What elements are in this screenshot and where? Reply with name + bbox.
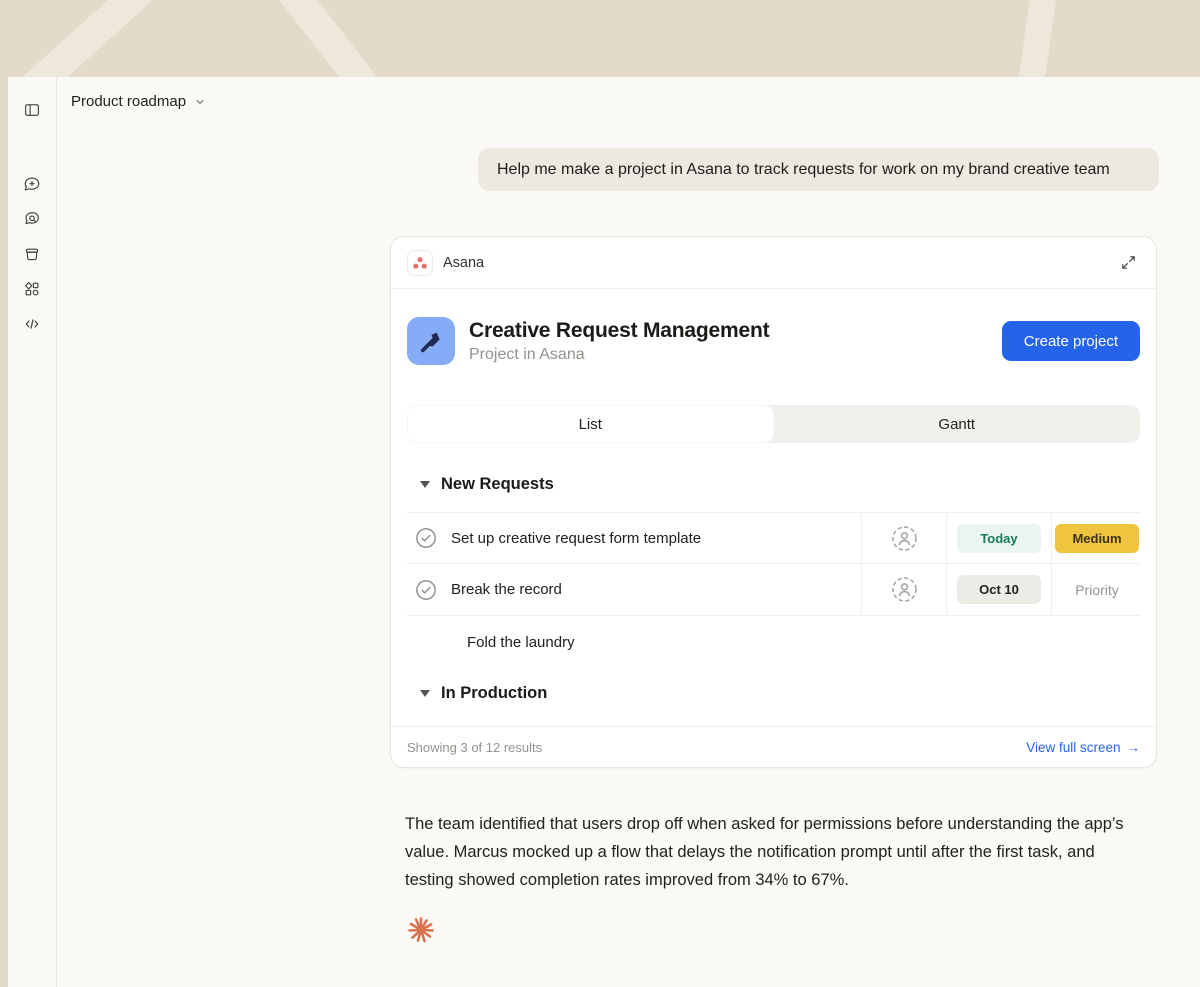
asana-logo-icon <box>407 250 433 276</box>
new-chat-icon[interactable] <box>15 167 49 201</box>
arrow-right-icon: → <box>1127 740 1141 755</box>
section-header-new-requests[interactable]: New Requests <box>407 475 1140 494</box>
chevron-down-icon <box>194 96 206 108</box>
assignee-placeholder-icon[interactable] <box>891 525 918 552</box>
project-subtitle: Project in Asana <box>469 346 769 364</box>
banner-stripe <box>204 0 486 77</box>
claude-star-icon <box>406 915 436 945</box>
view-full-screen-link[interactable]: View full screen → <box>1026 740 1140 755</box>
project-title-row: Creative Request Management Project in A… <box>407 317 1140 365</box>
task-title: Set up creative request form template <box>451 530 701 547</box>
sidebar-toggle-icon[interactable] <box>15 93 49 127</box>
code-icon[interactable] <box>15 307 49 341</box>
connectors-icon[interactable] <box>15 272 49 306</box>
asana-card-footer: Showing 3 of 12 results View full screen… <box>391 726 1156 767</box>
assistant-message-text: The team identified that users drop off … <box>405 810 1147 894</box>
task-row[interactable]: Fold the laundry <box>407 616 1140 668</box>
task-table: Set up creative request form template To… <box>407 512 1140 668</box>
task-row[interactable]: Break the record Oct 10 Priority <box>407 564 1140 616</box>
task-check-icon[interactable] <box>415 527 437 549</box>
task-title: Fold the laundry <box>467 634 575 651</box>
page-title: Product roadmap <box>71 93 186 110</box>
collapse-triangle-icon <box>420 690 430 697</box>
expand-icon[interactable] <box>1116 251 1140 275</box>
view-tabs: List Gantt <box>407 405 1140 443</box>
user-message-bubble: Help me make a project in Asana to track… <box>478 148 1159 191</box>
due-badge[interactable]: Today <box>957 524 1041 553</box>
create-project-button[interactable]: Create project <box>1002 321 1140 361</box>
banner-stripe <box>0 0 241 77</box>
search-chats-icon[interactable] <box>15 202 49 236</box>
priority-badge[interactable]: Medium <box>1055 524 1139 553</box>
top-banner <box>0 0 1200 77</box>
tab-list[interactable]: List <box>407 405 774 443</box>
task-title: Break the record <box>451 581 562 598</box>
due-badge[interactable]: Oct 10 <box>957 575 1041 604</box>
left-edge-strip <box>0 77 8 987</box>
task-row[interactable]: Set up creative request form template To… <box>407 512 1140 564</box>
assignee-placeholder-icon[interactable] <box>891 576 918 603</box>
asana-card: Asana Creative Request Management Projec… <box>390 236 1157 768</box>
project-title: Creative Request Management <box>469 319 769 343</box>
results-count: Showing 3 of 12 results <box>407 740 542 755</box>
tab-gantt[interactable]: Gantt <box>774 405 1141 443</box>
project-icon <box>407 317 455 365</box>
sidebar <box>8 77 57 987</box>
asana-card-header: Asana <box>391 237 1156 289</box>
banner-stripe <box>999 0 1066 77</box>
asana-app-name: Asana <box>443 255 484 271</box>
conversation-header[interactable]: Product roadmap <box>71 93 206 110</box>
projects-icon[interactable] <box>15 237 49 271</box>
user-message-text: Help me make a project in Asana to track… <box>497 161 1110 178</box>
priority-placeholder[interactable]: Priority <box>1075 582 1119 598</box>
task-check-icon[interactable] <box>415 579 437 601</box>
section-header-in-production[interactable]: In Production <box>407 684 1140 703</box>
collapse-triangle-icon <box>420 481 430 488</box>
